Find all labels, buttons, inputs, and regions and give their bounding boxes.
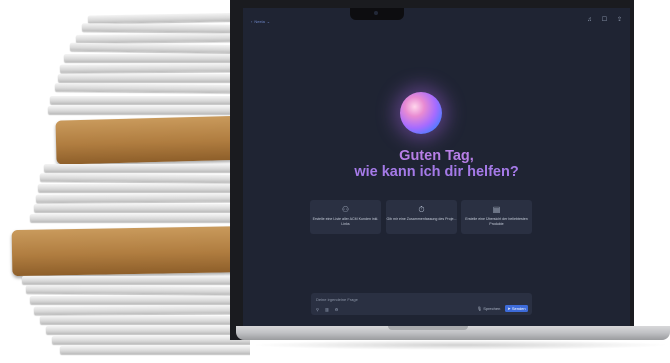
brown-envelope: [11, 225, 250, 277]
suggestion-text: Erstelle eine Übersicht der beliebtesten…: [465, 217, 528, 226]
suggestion-text: Erstelle eine Liste aller ACM Kunden ink…: [312, 217, 379, 226]
microphone-icon: 🎙: [477, 306, 483, 311]
send-button[interactable]: ➤ Senden: [505, 305, 528, 312]
voice-label: Sprechen: [483, 306, 501, 311]
voice-button[interactable]: 🎙 Sprechen: [477, 306, 500, 311]
send-icon: ➤: [507, 306, 511, 311]
suggestion-text: Gib mir eine Zusammenfassung des Proje..…: [386, 217, 457, 221]
users-icon: ⚇: [341, 205, 350, 214]
assistant-orb: [400, 92, 442, 134]
paper-stack: [0, 0, 250, 363]
greeting-line-1: Guten Tag,: [399, 148, 474, 164]
send-label: Senden: [511, 306, 526, 311]
chevron-left-icon: ‹: [251, 19, 253, 24]
brown-envelope: [55, 115, 250, 165]
chart-icon[interactable]: ▥: [325, 307, 329, 312]
settings-icon[interactable]: ⚙: [335, 307, 339, 312]
suggestion-card[interactable]: ⚇ Erstelle eine Liste aller ACM Kunden i…: [310, 200, 381, 234]
bell-icon[interactable]: ♫: [586, 17, 593, 24]
model-selector[interactable]: ‹ Neela ⌄: [251, 19, 270, 24]
suggestion-card[interactable]: ▤ Erstelle eine Übersicht der beliebtest…: [461, 200, 532, 234]
model-label: Neela: [254, 19, 265, 24]
prompt-placeholder: Deine irgendeine Frage: [316, 297, 358, 302]
attach-icon[interactable]: ⚲: [316, 307, 319, 312]
document-icon: ▤: [492, 205, 501, 214]
share-icon[interactable]: ⇪: [616, 17, 623, 24]
camera-notch: [350, 8, 404, 20]
prompt-input[interactable]: Deine irgendeine Frage ⚲ ▥ ⚙ 🎙 Sprechen …: [311, 293, 532, 315]
suggestion-card[interactable]: ⏱ Gib mir eine Zusammenfassung des Proje…: [386, 200, 457, 234]
greeting-line-2: wie kann ich dir helfen?: [354, 164, 519, 180]
stopwatch-icon: ⏱: [418, 205, 425, 214]
chat-icon[interactable]: ☐: [601, 17, 608, 24]
chevron-down-icon: ⌄: [266, 19, 271, 24]
